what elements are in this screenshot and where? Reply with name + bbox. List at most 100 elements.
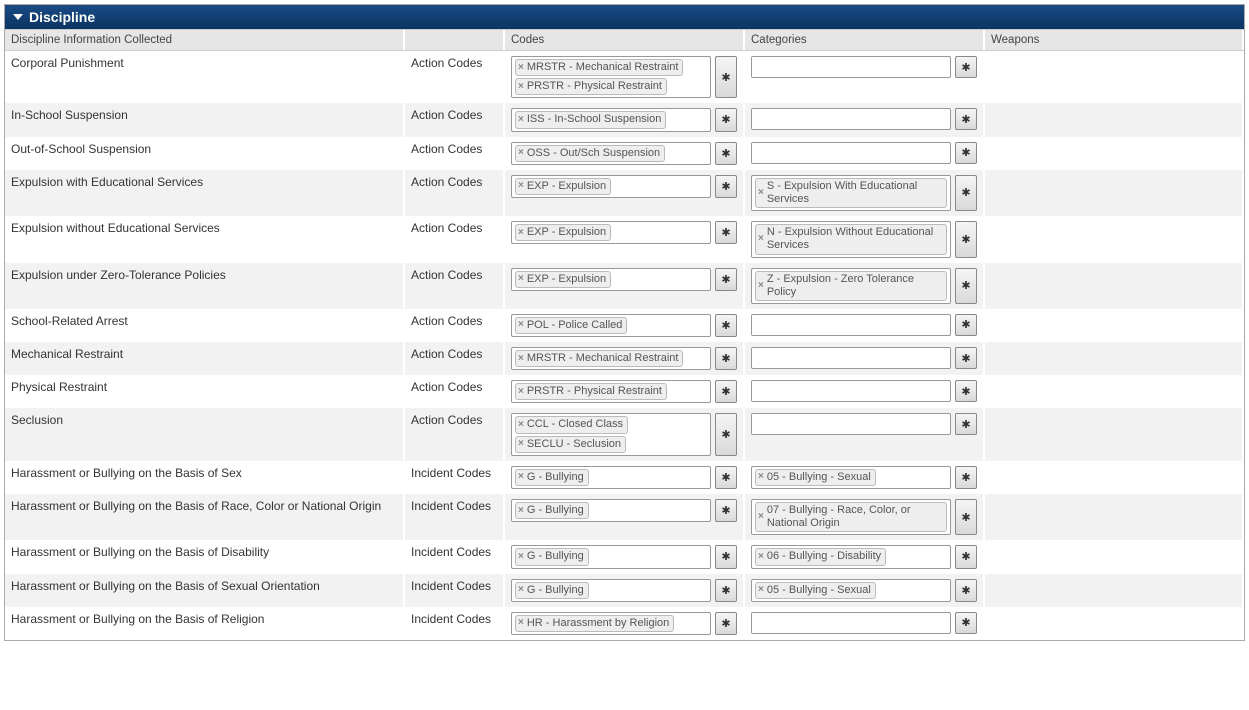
- categories-input[interactable]: [751, 380, 951, 402]
- codes-picker-button[interactable]: [715, 347, 737, 370]
- codes-input[interactable]: ×G - Bullying: [511, 466, 711, 489]
- codes-picker-button[interactable]: [715, 579, 737, 602]
- codes-tag[interactable]: ×ISS - In-School Suspension: [515, 111, 666, 128]
- codes-tag[interactable]: ×G - Bullying: [515, 502, 589, 519]
- remove-tag-icon[interactable]: ×: [518, 505, 524, 517]
- remove-tag-icon[interactable]: ×: [758, 187, 764, 199]
- codes-tag[interactable]: ×EXP - Expulsion: [515, 224, 611, 241]
- remove-tag-icon[interactable]: ×: [518, 386, 524, 398]
- categories-input[interactable]: [751, 142, 951, 164]
- remove-tag-icon[interactable]: ×: [518, 227, 524, 239]
- categories-input[interactable]: [751, 347, 951, 369]
- categories-picker-button[interactable]: [955, 579, 977, 602]
- codes-input[interactable]: ×CCL - Closed Class ×SECLU - Seclusion: [511, 413, 711, 455]
- categories-input[interactable]: [751, 314, 951, 336]
- codes-picker-button[interactable]: [715, 108, 737, 131]
- categories-picker-button[interactable]: [955, 347, 977, 369]
- codes-tag[interactable]: ×SECLU - Seclusion: [515, 436, 626, 453]
- remove-tag-icon[interactable]: ×: [518, 584, 524, 596]
- codes-picker-button[interactable]: [715, 268, 737, 291]
- codes-tag[interactable]: ×G - Bullying: [515, 469, 589, 486]
- codes-input[interactable]: ×G - Bullying: [511, 579, 711, 602]
- codes-picker-button[interactable]: [715, 545, 737, 568]
- categories-tag[interactable]: ×05 - Bullying - Sexual: [755, 582, 876, 599]
- remove-tag-icon[interactable]: ×: [518, 147, 524, 159]
- categories-picker-button[interactable]: [955, 142, 977, 164]
- categories-picker-button[interactable]: [955, 466, 977, 489]
- categories-input[interactable]: [751, 612, 951, 634]
- categories-tag[interactable]: ×05 - Bullying - Sexual: [755, 469, 876, 486]
- remove-tag-icon[interactable]: ×: [758, 511, 764, 523]
- categories-input[interactable]: ×N - Expulsion Without Educational Servi…: [751, 221, 951, 257]
- codes-tag[interactable]: ×OSS - Out/Sch Suspension: [515, 145, 665, 162]
- categories-input[interactable]: ×05 - Bullying - Sexual: [751, 579, 951, 602]
- codes-input[interactable]: ×POL - Police Called: [511, 314, 711, 337]
- categories-picker-button[interactable]: [955, 221, 977, 257]
- panel-header[interactable]: Discipline: [5, 5, 1244, 29]
- codes-input[interactable]: ×HR - Harassment by Religion: [511, 612, 711, 635]
- remove-tag-icon[interactable]: ×: [758, 233, 764, 245]
- categories-picker-button[interactable]: [955, 380, 977, 402]
- remove-tag-icon[interactable]: ×: [518, 114, 524, 126]
- categories-input[interactable]: ×05 - Bullying - Sexual: [751, 466, 951, 489]
- codes-tag[interactable]: ×PRSTR - Physical Restraint: [515, 78, 667, 95]
- codes-tag[interactable]: ×CCL - Closed Class: [515, 416, 628, 433]
- categories-picker-button[interactable]: [955, 175, 977, 211]
- categories-input[interactable]: [751, 56, 951, 78]
- categories-picker-button[interactable]: [955, 545, 977, 568]
- codes-input[interactable]: ×EXP - Expulsion: [511, 268, 711, 291]
- remove-tag-icon[interactable]: ×: [518, 319, 524, 331]
- categories-tag[interactable]: ×07 - Bullying - Race, Color, or Nationa…: [755, 502, 947, 532]
- remove-tag-icon[interactable]: ×: [518, 180, 524, 192]
- codes-tag[interactable]: ×G - Bullying: [515, 548, 589, 565]
- categories-input[interactable]: [751, 413, 951, 435]
- codes-picker-button[interactable]: [715, 314, 737, 337]
- categories-input[interactable]: ×06 - Bullying - Disability: [751, 545, 951, 568]
- categories-picker-button[interactable]: [955, 612, 977, 634]
- remove-tag-icon[interactable]: ×: [758, 280, 764, 292]
- remove-tag-icon[interactable]: ×: [518, 617, 524, 629]
- codes-picker-button[interactable]: [715, 56, 737, 98]
- categories-input[interactable]: ×Z - Expulsion - Zero Tolerance Policy: [751, 268, 951, 304]
- categories-tag[interactable]: ×N - Expulsion Without Educational Servi…: [755, 224, 947, 254]
- codes-tag[interactable]: ×G - Bullying: [515, 582, 589, 599]
- codes-picker-button[interactable]: [715, 466, 737, 489]
- remove-tag-icon[interactable]: ×: [518, 273, 524, 285]
- codes-tag[interactable]: ×EXP - Expulsion: [515, 271, 611, 288]
- remove-tag-icon[interactable]: ×: [518, 353, 524, 365]
- remove-tag-icon[interactable]: ×: [758, 471, 764, 483]
- codes-input[interactable]: ×ISS - In-School Suspension: [511, 108, 711, 131]
- codes-input[interactable]: ×MRSTR - Mechanical Restraint: [511, 347, 711, 370]
- codes-tag[interactable]: ×MRSTR - Mechanical Restraint: [515, 59, 683, 76]
- codes-picker-button[interactable]: [715, 413, 737, 455]
- remove-tag-icon[interactable]: ×: [518, 81, 524, 93]
- remove-tag-icon[interactable]: ×: [518, 551, 524, 563]
- codes-picker-button[interactable]: [715, 612, 737, 635]
- codes-tag[interactable]: ×MRSTR - Mechanical Restraint: [515, 350, 683, 367]
- codes-picker-button[interactable]: [715, 499, 737, 522]
- remove-tag-icon[interactable]: ×: [518, 438, 524, 450]
- codes-tag[interactable]: ×PRSTR - Physical Restraint: [515, 383, 667, 400]
- remove-tag-icon[interactable]: ×: [758, 551, 764, 563]
- codes-picker-button[interactable]: [715, 221, 737, 244]
- codes-tag[interactable]: ×HR - Harassment by Religion: [515, 615, 674, 632]
- categories-picker-button[interactable]: [955, 314, 977, 336]
- codes-picker-button[interactable]: [715, 175, 737, 198]
- codes-picker-button[interactable]: [715, 142, 737, 165]
- codes-input[interactable]: ×EXP - Expulsion: [511, 175, 711, 198]
- categories-picker-button[interactable]: [955, 108, 977, 130]
- categories-tag[interactable]: ×S - Expulsion With Educational Services: [755, 178, 947, 208]
- remove-tag-icon[interactable]: ×: [758, 584, 764, 596]
- categories-picker-button[interactable]: [955, 56, 977, 78]
- categories-picker-button[interactable]: [955, 499, 977, 535]
- codes-input[interactable]: ×PRSTR - Physical Restraint: [511, 380, 711, 403]
- categories-picker-button[interactable]: [955, 268, 977, 304]
- codes-input[interactable]: ×EXP - Expulsion: [511, 221, 711, 244]
- codes-tag[interactable]: ×POL - Police Called: [515, 317, 627, 334]
- categories-picker-button[interactable]: [955, 413, 977, 435]
- codes-input[interactable]: ×G - Bullying: [511, 545, 711, 568]
- codes-input[interactable]: ×OSS - Out/Sch Suspension: [511, 142, 711, 165]
- categories-input[interactable]: ×S - Expulsion With Educational Services: [751, 175, 951, 211]
- remove-tag-icon[interactable]: ×: [518, 419, 524, 431]
- categories-tag[interactable]: ×06 - Bullying - Disability: [755, 548, 886, 565]
